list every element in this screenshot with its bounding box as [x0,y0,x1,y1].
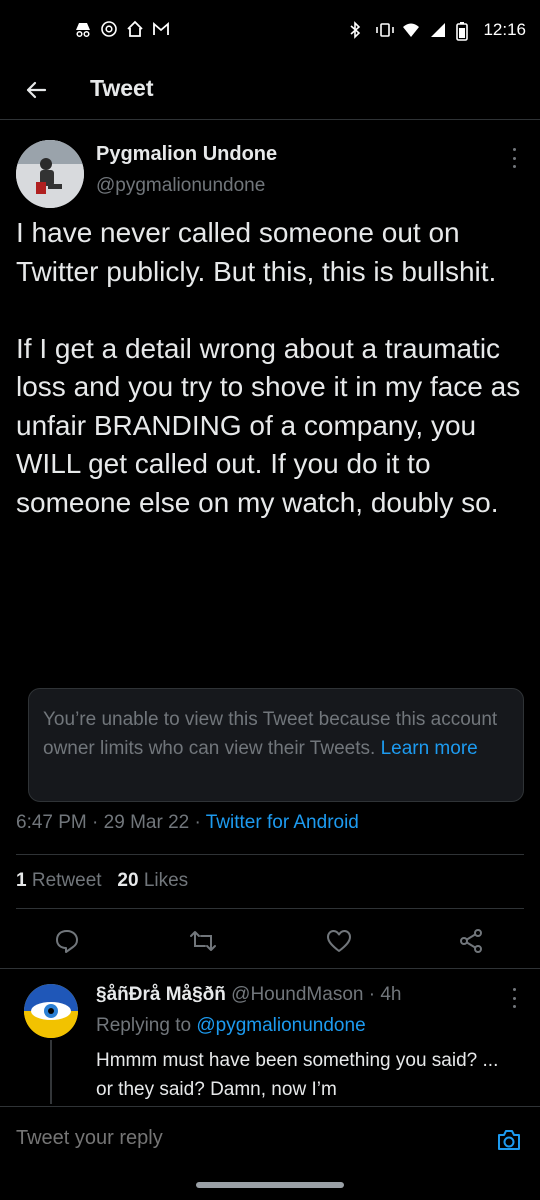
retweet-icon [190,931,216,951]
quoted-tweet-unavailable: You’re unable to view this Tweet because… [28,688,524,802]
battery-icon [456,21,474,41]
replying-to-mention[interactable]: @pygmalionundone [196,1015,365,1036]
replying-to: Replying to @pygmalionundone [96,1015,366,1036]
more-vertical-icon [512,988,516,991]
back-button[interactable] [20,74,52,106]
tweet-date: 29 Mar 22 [103,812,190,833]
reply-time: 4h [380,984,402,1005]
tweet-stats: 1 Retweet 20 Likes [16,870,188,892]
divider [0,968,540,969]
bluetooth-icon [348,21,366,39]
learn-more-link[interactable]: Learn more [381,738,478,759]
tweet-metadata: 6:47 PM · 29 Mar 22 · Twitter for Androi… [16,812,359,833]
more-vertical-icon [512,148,516,151]
thread-line [50,1040,52,1104]
like-icon [327,930,351,952]
top-app-bar: Tweet [0,60,540,120]
vibrate-icon [375,21,395,39]
author-handle[interactable]: @pygmalionundone [96,175,265,197]
status-time: 12:16 [483,20,526,39]
tweet-source-link[interactable]: Twitter for Android [206,812,359,833]
camera-icon [498,1130,520,1150]
status-bar-right: 12:16 [348,20,526,41]
tweet-action-bar [0,924,540,958]
divider [16,854,524,855]
at-icon [100,20,118,38]
reply-avatar[interactable] [24,984,78,1038]
reply-button[interactable] [50,924,84,958]
reply-header: §åñĐrå Må§ðñ @HoundMason · 4h [96,984,402,1005]
gmail-icon [152,20,170,38]
gesture-navigation-bar[interactable] [196,1182,344,1188]
reply-more-options-button[interactable] [506,988,522,1008]
home-icon [126,20,144,38]
share-button[interactable] [454,924,488,958]
wifi-icon [402,21,420,39]
status-bar: 12:16 [0,0,540,60]
arrow-left-icon [26,81,47,99]
reply-author-handle[interactable]: @HoundMason [231,984,363,1005]
more-options-button[interactable] [506,148,522,168]
retweets-stat[interactable]: 1 Retweet [16,870,102,891]
share-icon [460,929,482,953]
signal-icon [429,21,447,39]
reply-input[interactable] [16,1127,456,1150]
likes-stat[interactable]: 20 Likes [117,870,188,891]
tweet-time: 6:47 PM [16,812,87,833]
divider [16,908,524,909]
tweet-text: I have never called someone out on Twitt… [16,217,521,518]
incognito-icon [74,20,92,38]
page-title: Tweet [90,75,154,101]
camera-button[interactable] [494,1125,524,1155]
status-bar-left [74,20,170,38]
retweet-button[interactable] [186,924,220,958]
like-button[interactable] [322,924,356,958]
reply-author-name[interactable]: §åñĐrå Må§ðñ [96,984,226,1005]
avatar[interactable] [16,140,84,208]
reply-text: Hmmm must have been something you said? … [96,1050,499,1100]
author-name[interactable]: Pygmalion Undone [96,143,277,166]
reply-icon [56,930,78,953]
reply-composer [0,1106,540,1174]
